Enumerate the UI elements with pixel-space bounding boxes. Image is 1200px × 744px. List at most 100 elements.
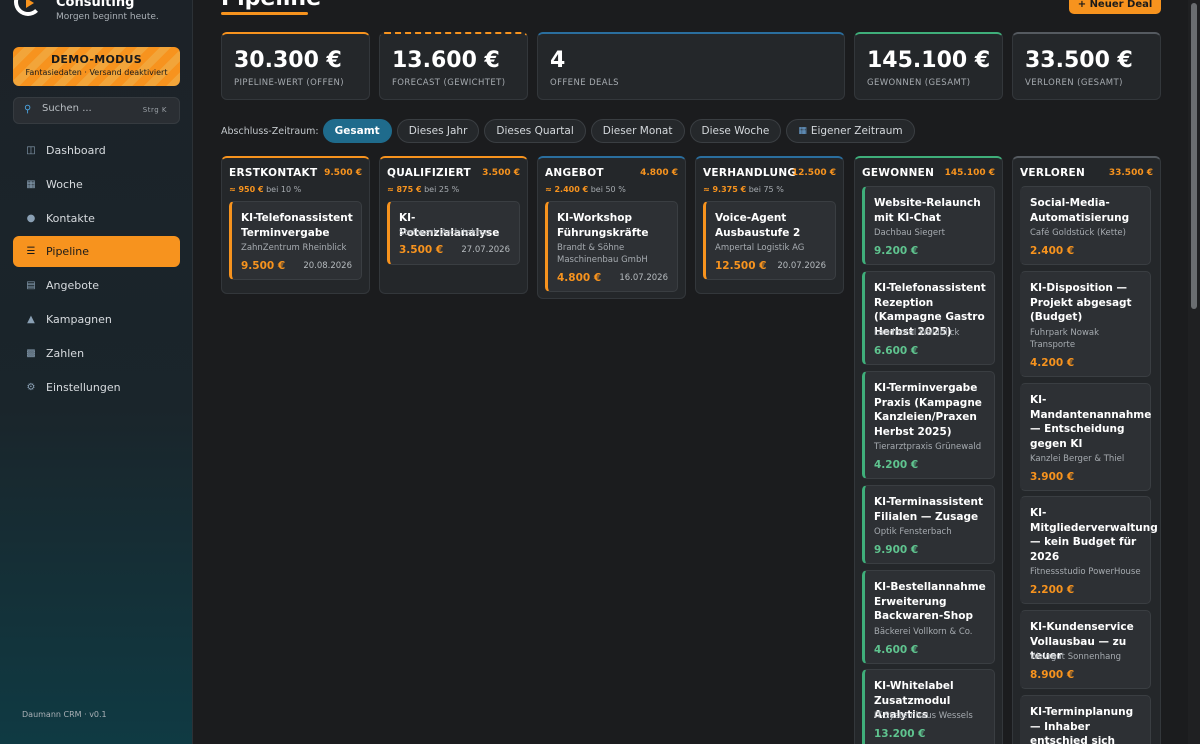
deal-title: Voice-Agent Ausbaustufe 2 [715,212,801,239]
sidebar-item-zahlen[interactable]: ▩ Zahlen [13,338,180,369]
filter-chip-dieser-monat[interactable]: Dieser Monat [590,119,685,143]
probability: bei 75 % [748,185,784,194]
gear-icon: ⚙ [26,381,36,393]
deal-amount: 4.200 € [874,459,919,471]
sidebar-item-woche[interactable]: ▦ Woche [13,169,180,200]
kpi-value: 33.500 € [1025,48,1133,73]
deal-card[interactable]: KI-Bestellannahme Erweiterung Backwaren-… [862,570,995,664]
deal-company: ZahnZentrum Rheinblick [241,243,347,253]
people-icon: ● [26,212,36,224]
sidebar-item-label: Angebote [46,279,100,293]
kpi-lost-total: 33.500 € VERLOREN (GESAMT) [1012,32,1161,100]
demo-mode-banner: DEMO-MODUS Fantasiedaten · Versand deakt… [13,47,180,86]
brand[interactable]: Consulting Morgen beginnt heute. [14,0,189,26]
weighted-value: ≈ 875 € [387,185,422,194]
deal-card[interactable]: KI-Kundenservice Vollausbau — zu teuer W… [1020,610,1151,689]
page-title: Pipeline [221,0,321,11]
deal-company: Fitnessstudio PowerHouse [1030,567,1141,577]
deal-card[interactable]: KI-Whitelabel Zusatzmodul Analytics IT-S… [862,669,995,744]
deal-card[interactable]: KI-Mandantenannahme — Entscheidung gegen… [1020,383,1151,491]
sidebar-item-kontakte[interactable]: ● Kontakte [13,203,180,234]
deal-amount: 8.900 € [1030,669,1075,681]
period-filter: Abschluss-Zeitraum: Gesamt Dieses Jahr D… [221,119,920,143]
sidebar-item-kampagnen[interactable]: ▲ Kampagnen [13,304,180,335]
deal-title: KI-Terminassistent Filialen — Zusage [874,496,984,523]
deal-amount: 4.200 € [1030,357,1075,369]
kpi-forecast: 13.600 € FORECAST (GEWICHTET) [379,32,528,100]
column-verloren: VERLOREN 33.500 € Social-Media-Automatis… [1012,156,1161,744]
column-forecast: ≈ 875 € bei 25 % [387,185,459,194]
filter-chip-gesamt[interactable]: Gesamt [322,119,392,143]
column-gewonnen: GEWONNEN 145.100 € Website-Relaunch mit … [854,156,1003,744]
kpi-label: VERLOREN (GESAMT) [1025,78,1123,88]
deal-card[interactable]: KI-Mitgliederverwaltung — kein Budget fü… [1020,496,1158,604]
calendar-icon: ▦ [798,126,807,136]
deal-company: Stellwerk Architekten [399,228,490,238]
sidebar-item-angebote[interactable]: ▤ Angebote [13,270,180,301]
sidebar-item-einstellungen[interactable]: ⚙ Einstellungen [13,372,180,403]
deal-card[interactable]: KI-Terminassistent Filialen — Zusage Opt… [862,485,995,564]
column-header: VERLOREN 33.500 € [1020,167,1153,181]
sidebar-item-pipeline[interactable]: ☰ Pipeline [13,236,180,268]
deal-company: Café Goldstück (Kette) [1030,228,1126,238]
probability: bei 25 % [424,185,460,194]
search-input[interactable] [42,103,132,114]
deal-title: KI-Mitgliederverwaltung — kein Budget fü… [1030,507,1158,563]
deal-card[interactable]: Website-Relaunch mit KI-Chat Dachbau Sie… [862,186,995,265]
deal-company: Brandt & Söhne Maschinenbau GmbH [557,243,648,265]
filter-chip-diese-woche[interactable]: Diese Woche [689,119,782,143]
deal-title: KI-Workshop Führungskräfte [557,212,649,239]
column-header: VERHANDLUNG 12.500 € [703,167,836,181]
deal-company: Weingut Sonnenhang [1030,652,1122,662]
deal-card[interactable]: KI-Potenzialanalyse Stellwerk Architekte… [387,201,520,265]
deal-card[interactable]: KI-Disposition — Projekt abgesagt (Budge… [1020,271,1151,377]
sidebar-item-label: Dashboard [46,144,106,157]
scrollbar-thumb[interactable] [1191,3,1197,309]
deal-company: Bäckerei Vollkorn & Co. [874,627,973,637]
deal-company: Optik Fensterbach [874,527,952,537]
deal-company: Fuhrpark Nowak Transporte [1030,328,1100,350]
deal-card[interactable]: Social-Media-Automatisierung Café Goldst… [1020,186,1151,265]
deal-amount: 4.600 € [874,644,919,656]
new-deal-button[interactable]: + Neuer Deal [1069,0,1161,14]
column-title: QUALIFIZIERT [387,167,472,179]
deal-card[interactable]: KI-Telefonassistent Rezeption (Kampagne … [862,271,995,365]
deal-date: 27.07.2026 [461,245,510,255]
deal-company: Ampertal Logistik AG [715,243,805,253]
deal-card[interactable]: Voice-Agent Ausbaustufe 2 Ampertal Logis… [703,201,836,280]
column-title: VERHANDLUNG [703,167,797,179]
column-header: QUALIFIZIERT 3.500 € [387,167,520,181]
deal-card[interactable]: KI-Workshop Führungskräfte Brandt & Söhn… [545,201,678,292]
sidebar-item-label: Zahlen [46,346,85,360]
deal-card[interactable]: KI-Terminvergabe Praxis (Kampagne Kanzle… [862,371,995,479]
search-icon: ⚲ [24,104,32,115]
demo-subtitle: Fantasiedaten · Versand deaktiviert [25,68,168,77]
kpi-won-total: 145.100 € GEWONNEN (GESAMT) [854,32,1003,100]
chart-icon: ◫ [26,145,36,156]
kpi-open-deals: 4 OFFENE DEALS [537,32,845,100]
filter-chip-dieses-quartal[interactable]: Dieses Quartal [484,119,586,143]
logo-icon [14,0,42,16]
filter-chip-eigener-zeitraum[interactable]: ▦ Eigener Zeitraum [786,119,915,143]
filter-chip-label: Eigener Zeitraum [810,125,903,137]
search-box[interactable]: ⚲ Strg K [13,97,180,124]
deal-title: KI-Terminplanung — Inhaber entschied sic… [1030,706,1134,744]
title-underline [221,12,308,15]
deal-title: KI-Bestellannahme Erweiterung Backwaren-… [874,581,986,623]
megaphone-icon: ▲ [27,313,35,325]
kpi-value: 4 [550,48,566,73]
deal-amount: 12.500 € [715,260,767,272]
column-forecast: ≈ 9.375 € bei 75 % [703,185,784,194]
deal-card[interactable]: KI-Terminplanung — Inhaber entschied sic… [1020,695,1151,744]
column-header: ERSTKONTAKT 9.500 € [229,167,362,181]
bar-chart-icon: ▩ [26,347,36,359]
filter-chip-dieses-jahr[interactable]: Dieses Jahr [396,119,480,143]
column-title: GEWONNEN [862,167,935,179]
deal-card[interactable]: KI-Telefonassistent Terminvergabe ZahnZe… [229,201,362,280]
column-sum: 12.500 € [791,168,836,178]
column-forecast: ≈ 950 € bei 10 % [229,185,301,194]
column-sum: 33.500 € [1108,168,1153,178]
deal-amount: 3.500 € [399,244,444,256]
sidebar-item-dashboard[interactable]: ◫ Dashboard [13,135,180,166]
deal-date: 20.08.2026 [303,261,352,271]
